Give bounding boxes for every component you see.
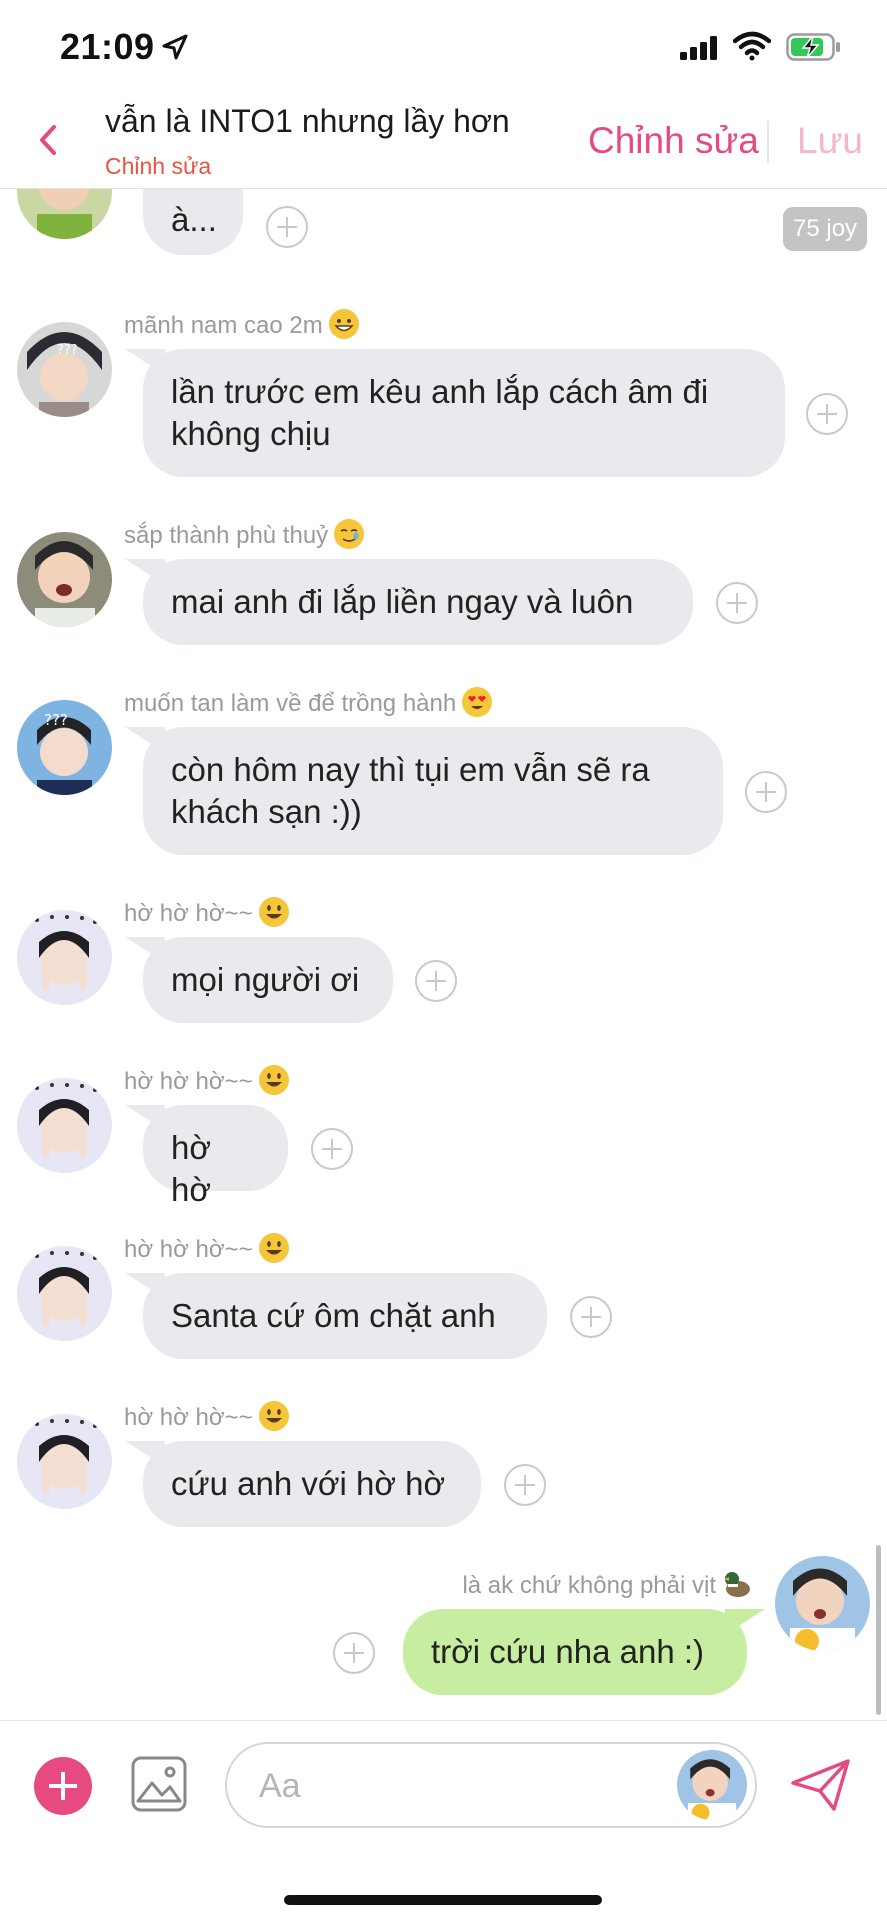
avatar[interactable]	[17, 189, 112, 239]
add-reaction-icon[interactable]	[415, 960, 457, 1002]
back-chevron-icon[interactable]	[30, 117, 66, 163]
add-reaction-icon[interactable]	[266, 206, 308, 248]
avatar[interactable]	[17, 532, 112, 627]
battery-charging-icon	[786, 33, 840, 61]
chat-header: vẫn là INTO1 nhưng lầy hơn Chỉnh sửa Chỉ…	[0, 95, 887, 189]
message-text: hờ hờ	[171, 1129, 211, 1208]
sender-name: là ak chứ không phải vịt	[462, 1569, 752, 1600]
message-bubble[interactable]: lần trước em kêu anh lắp cách âm đi khôn…	[125, 349, 785, 477]
avatar[interactable]	[17, 910, 112, 1005]
message-input[interactable]	[257, 1762, 641, 1810]
message-bubble[interactable]: Santa cứ ôm chặt anh	[125, 1273, 547, 1359]
smiley-emoji-icon	[258, 1401, 289, 1431]
send-icon[interactable]	[790, 1757, 852, 1813]
add-reaction-icon[interactable]	[504, 1464, 546, 1506]
message-input-container[interactable]	[225, 1742, 757, 1828]
sender-name: hờ hờ hờ~~	[124, 1065, 289, 1096]
message-text: Santa cứ ôm chặt anh	[171, 1297, 496, 1334]
add-attachment-button[interactable]	[34, 1757, 92, 1815]
scrollbar[interactable]	[876, 1545, 881, 1715]
avatar[interactable]	[17, 1246, 112, 1341]
home-indicator	[284, 1895, 602, 1905]
message-text-line: còn hôm nay thì tụi em vẫn sẽ ra	[171, 751, 650, 788]
avatar[interactable]	[17, 1414, 112, 1509]
message-bubble[interactable]: còn hôm nay thì tụi em vẫn sẽ ra khách s…	[125, 727, 723, 855]
add-reaction-icon[interactable]	[570, 1296, 612, 1338]
svg-text:???: ???	[57, 343, 78, 358]
duck-emoji-icon	[722, 1569, 752, 1599]
message-text-line: khách sạn :))	[171, 793, 362, 830]
wifi-icon	[733, 31, 771, 61]
avatar[interactable]: ???	[17, 700, 112, 795]
edit-button[interactable]: Chỉnh sửa	[588, 120, 759, 162]
message-text: mai anh đi lắp liền ngay và luôn	[171, 583, 634, 620]
message-bubble[interactable]: à...	[143, 189, 243, 255]
message-text-line: không chịu	[171, 415, 331, 452]
add-reaction-icon[interactable]	[806, 393, 848, 435]
sender-name: hờ hờ hờ~~	[124, 1233, 289, 1264]
sender-name: hờ hờ hờ~~	[124, 1401, 289, 1432]
sender-name: mãnh nam cao 2m	[124, 309, 359, 340]
message-text: trời cứu nha anh :)	[431, 1633, 705, 1670]
add-reaction-icon[interactable]	[333, 1632, 375, 1674]
status-time: 21:09	[60, 26, 155, 67]
composer-bar	[0, 1720, 887, 1921]
message-bubble[interactable]: mai anh đi lắp liền ngay và luôn	[125, 559, 693, 645]
location-arrow-icon	[162, 34, 188, 60]
message-text-line: lần trước em kêu anh lắp cách âm đi	[171, 373, 709, 410]
status-bar: 21:09	[0, 0, 887, 95]
grinning-emoji-icon	[328, 309, 359, 339]
message-bubble[interactable]: hờ hờ	[125, 1105, 288, 1208]
avatar[interactable]	[17, 1078, 112, 1173]
add-reaction-icon[interactable]	[745, 771, 787, 813]
message-bubble-self[interactable]: trời cứu nha anh :)	[403, 1609, 765, 1695]
sender-name: hờ hờ hờ~~	[124, 897, 289, 928]
add-reaction-icon[interactable]	[311, 1128, 353, 1170]
sender-name: muốn tan làm về để trồng hành	[124, 687, 493, 718]
joy-badge: 75 joy	[783, 207, 868, 251]
avatar[interactable]: ???	[17, 322, 112, 417]
my-avatar[interactable]	[775, 1556, 870, 1651]
message-text: mọi người ơi	[171, 961, 360, 998]
message-text: cứu anh với hờ hờ	[171, 1465, 446, 1502]
message-text: à...	[171, 201, 217, 238]
smiley-emoji-icon	[258, 1233, 289, 1263]
header-divider	[767, 121, 769, 163]
identity-avatar[interactable]	[677, 1750, 747, 1820]
smiley-emoji-icon	[258, 1065, 289, 1095]
sender-name: sắp thành phù thuỷ	[124, 519, 365, 550]
add-reaction-icon[interactable]	[716, 582, 758, 624]
conversation-title[interactable]: vẫn là INTO1 nhưng lầy hơn	[105, 103, 510, 140]
heart-eyes-emoji-icon	[462, 687, 493, 717]
tearful-smile-emoji-icon	[334, 519, 365, 549]
image-icon[interactable]	[130, 1755, 188, 1813]
svg-text:???: ???	[44, 711, 68, 729]
save-button[interactable]: Lưu	[797, 120, 863, 162]
conversation-subtitle[interactable]: Chỉnh sửa	[105, 153, 211, 180]
message-bubble[interactable]: mọi người ơi	[125, 937, 393, 1023]
message-bubble[interactable]: cứu anh với hờ hờ	[125, 1441, 481, 1527]
message-list[interactable]: à... 75 joy ??? mãnh nam cao 2m lần trướ…	[0, 189, 887, 1720]
smiley-emoji-icon	[258, 897, 289, 927]
signal-icon	[680, 36, 717, 60]
